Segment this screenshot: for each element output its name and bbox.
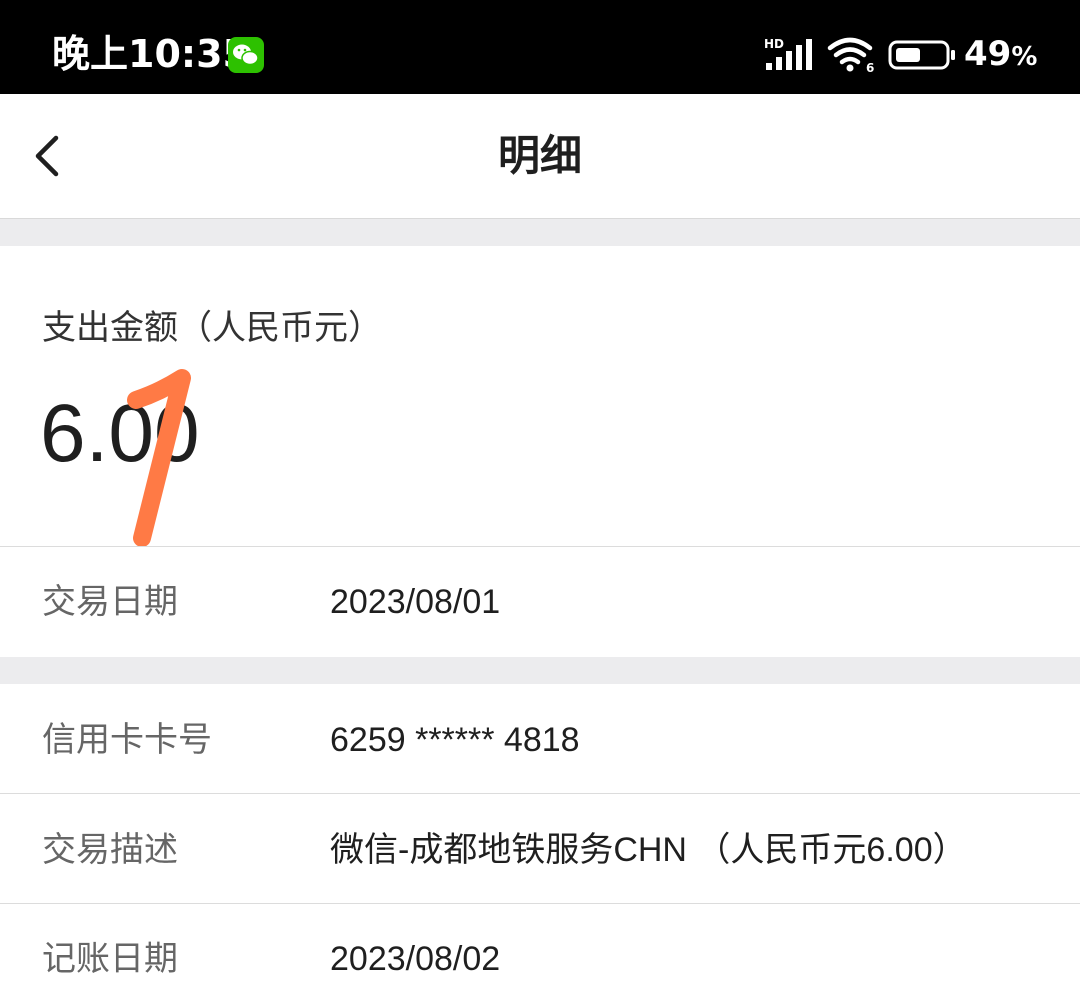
description-label: 交易描述	[42, 830, 178, 870]
card-number-label: 信用卡卡号	[42, 720, 212, 760]
battery-icon	[888, 40, 955, 70]
nav-bar: 明细	[0, 94, 1080, 219]
transaction-date-value: 2023/08/01	[330, 583, 501, 621]
battery-percentage: 49%	[964, 34, 1038, 74]
section-gap	[0, 219, 1080, 246]
page-title: 明细	[497, 131, 582, 180]
row-card-number: 信用卡卡号 6259 ****** 4818	[0, 684, 1080, 793]
row-transaction-date: 交易日期 2023/08/01	[0, 547, 1080, 657]
wifi-icon: 6	[827, 37, 874, 74]
scribble-annotation	[127, 369, 191, 547]
description-value: 微信-成都地铁服务CHN （人民币元6.00）	[330, 831, 967, 869]
wifi-sub-label: 6	[866, 61, 874, 74]
card-number-value: 6259 ****** 4818	[330, 721, 580, 759]
network-label: HD	[764, 37, 784, 51]
signal-icon: HD	[764, 37, 812, 70]
row-description: 交易描述 微信-成都地铁服务CHN （人民币元6.00）	[0, 794, 1080, 903]
amount-label: 支出金额（人民币元）	[42, 308, 382, 348]
section-gap	[0, 657, 1080, 684]
transaction-date-label: 交易日期	[42, 582, 178, 622]
row-posting-date: 记账日期 2023/08/02	[0, 904, 1080, 990]
posting-date-label: 记账日期	[42, 939, 178, 979]
status-time: 晚上10:35	[52, 32, 249, 76]
wechat-icon	[228, 37, 264, 73]
status-bar: 晚上10:35 HD 6 49%	[0, 0, 1080, 94]
posting-date-value: 2023/08/02	[330, 940, 501, 978]
